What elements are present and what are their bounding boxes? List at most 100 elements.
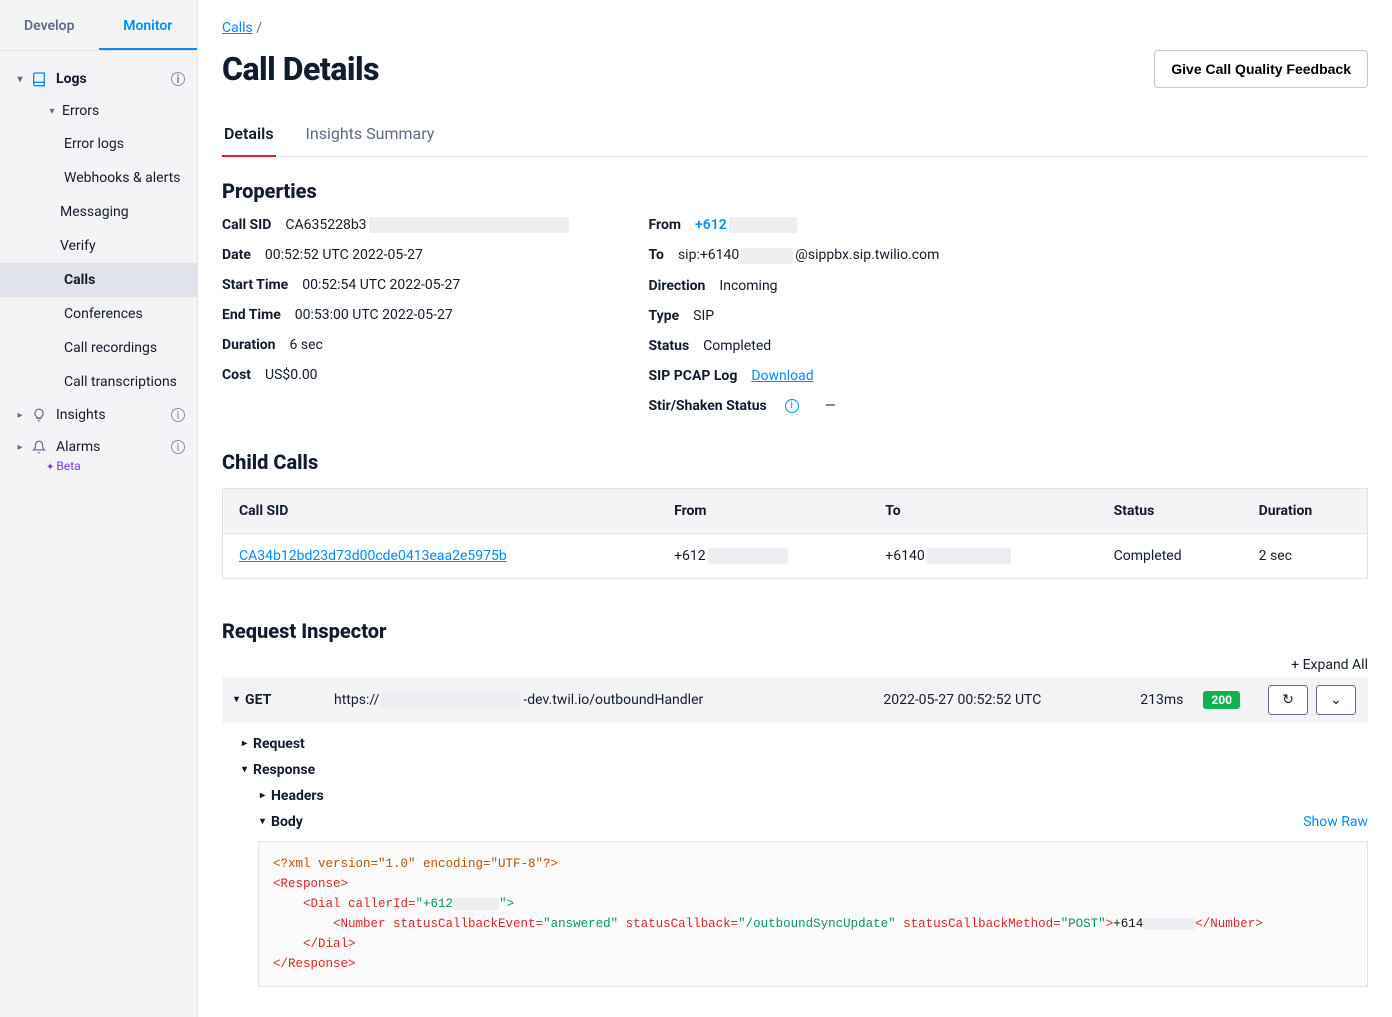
beta-badge: Beta [0,459,197,473]
chevron-down-icon: ▾ [46,106,58,117]
nav-recordings[interactable]: Call recordings [64,331,197,365]
main-content: Calls / Call Details Give Call Quality F… [198,0,1392,1017]
caret-right-icon: ▸ [260,790,265,801]
nav-logs-label: Logs [56,71,87,87]
caret-right-icon: ▸ [242,738,247,749]
label-start-time: Start Time [222,277,288,293]
th-to: To [869,488,1097,533]
request-timestamp: 2022-05-27 00:52:52 UTC [883,692,1083,708]
value-direction: Incoming [719,278,777,294]
pcap-download-link[interactable]: Download [751,368,813,384]
nav-messaging[interactable]: Messaging [60,195,197,229]
value-date: 00:52:52 UTC 2022-05-27 [265,247,423,263]
th-from: From [658,488,869,533]
tab-develop[interactable]: Develop [0,0,99,50]
cell-duration: 2 sec [1243,533,1368,578]
chevron-down-icon: ▾ [14,74,26,85]
request-duration: 213ms [1103,692,1183,708]
nav-verify[interactable]: Verify [60,229,197,263]
nav-insights[interactable]: ▸ Insights i [0,399,197,431]
value-from[interactable]: +612 [695,217,797,233]
table-row: CA34b12bd23d73d00cde0413eaa2e5975b +612 … [223,533,1368,578]
label-direction: Direction [649,278,706,294]
info-icon[interactable]: i [171,440,185,454]
tree-body[interactable]: ▾BodyShow Raw [260,809,1368,835]
cell-from: +612 [658,533,869,578]
label-date: Date [222,247,251,263]
section-properties: Properties [222,179,1368,203]
section-child-calls: Child Calls [222,450,1368,474]
th-status: Status [1098,488,1243,533]
th-duration: Duration [1243,488,1368,533]
value-type: SIP [693,308,714,324]
tab-details[interactable]: Details [222,116,276,157]
expand-button[interactable]: ⌄ [1316,685,1356,715]
nav-calls[interactable]: Calls [0,263,197,297]
section-inspector: Request Inspector [222,619,1368,643]
request-url: https://-dev.twil.io/outboundHandler [334,692,863,708]
expand-all-link[interactable]: + Expand All [222,657,1368,673]
request-row[interactable]: ▾ GET https://-dev.twil.io/outboundHandle… [222,677,1368,723]
nav-errors[interactable]: ▾ Errors [46,95,197,127]
page-title: Call Details [222,50,379,88]
th-sid: Call SID [223,488,659,533]
value-to: sip:+6140@sippbx.sip.twilio.com [678,247,939,263]
lightbulb-icon [30,408,48,422]
label-call-sid: Call SID [222,217,271,233]
label-from: From [649,217,681,233]
nav-alarms-label: Alarms [56,439,100,455]
label-duration: Duration [222,337,276,353]
status-badge: 200 [1203,691,1240,709]
response-body-xml: <?xml version="1.0" encoding="UTF-8"?> <… [258,841,1368,987]
breadcrumb: Calls / [222,20,1368,36]
label-type: Type [649,308,680,324]
label-pcap: SIP PCAP Log [649,368,738,384]
label-status: Status [649,338,690,354]
tree-request[interactable]: ▸Request [242,731,1368,757]
value-duration: 6 sec [290,337,323,353]
feedback-button[interactable]: Give Call Quality Feedback [1154,50,1368,88]
value-status: Completed [703,338,771,354]
caret-down-icon: ▾ [234,694,239,705]
label-to: To [649,247,664,263]
value-call-sid: CA635228b3 [285,217,568,233]
book-icon [30,71,48,87]
nav-transcriptions[interactable]: Call transcriptions [64,365,197,399]
value-cost: US$0.00 [265,367,318,383]
tree-headers[interactable]: ▸Headers [260,783,1368,809]
caret-down-icon: ▾ [260,816,265,827]
nav-insights-label: Insights [56,407,106,423]
nav-webhooks[interactable]: Webhooks & alerts [64,161,197,195]
cell-status: Completed [1098,533,1243,578]
refresh-button[interactable]: ↻ [1268,685,1308,715]
child-sid-link[interactable]: CA34b12bd23d73d00cde0413eaa2e5975b [239,548,507,564]
label-cost: Cost [222,367,251,383]
top-tabs: Develop Monitor [0,0,197,51]
value-start-time: 00:52:54 UTC 2022-05-27 [302,277,460,293]
value-stir: — [825,398,836,414]
show-raw-link[interactable]: Show Raw [1303,814,1368,830]
breadcrumb-calls-link[interactable]: Calls [222,20,253,36]
refresh-icon: ↻ [1282,692,1294,708]
nav-error-logs[interactable]: Error logs [64,127,197,161]
http-method: GET [245,692,271,708]
bell-icon [30,440,48,454]
caret-down-icon: ▾ [242,764,247,775]
breadcrumb-sep: / [253,20,262,36]
nav-errors-label: Errors [62,103,99,119]
nav-logs[interactable]: ▾ Logs i [0,63,197,95]
info-icon[interactable]: i [171,408,185,422]
cell-to: +6140 [869,533,1097,578]
tree-response[interactable]: ▾Response [242,757,1368,783]
tab-insights-summary[interactable]: Insights Summary [304,116,437,157]
info-icon[interactable]: i [785,399,799,413]
chevron-right-icon: ▸ [14,410,26,421]
chevron-right-icon: ▸ [14,442,26,453]
label-end-time: End Time [222,307,281,323]
chevron-down-icon: ⌄ [1330,692,1342,708]
nav-tree: ▾ Logs i ▾ Errors Error logs Webhooks & … [0,51,197,485]
sidebar: Develop Monitor ▾ Logs i ▾ Errors Error … [0,0,198,1017]
info-icon[interactable]: i [171,72,185,86]
nav-conferences[interactable]: Conferences [64,297,197,331]
tab-monitor[interactable]: Monitor [99,0,198,50]
